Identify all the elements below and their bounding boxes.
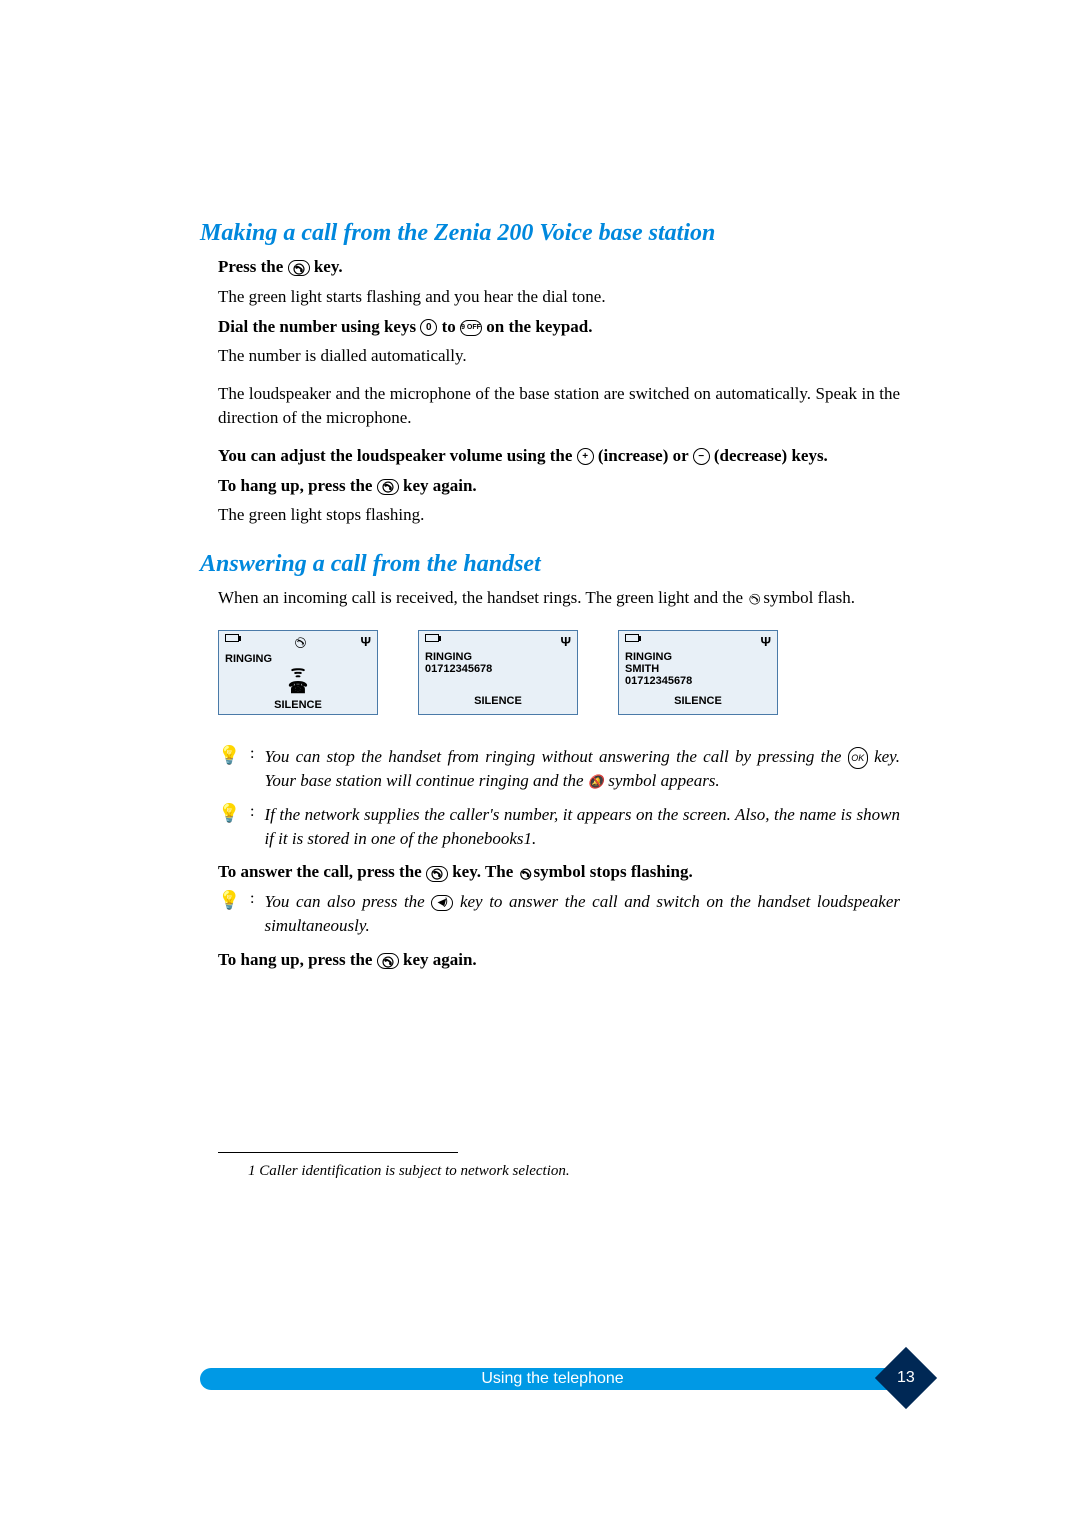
tip-block: 💡 : If the network supplies the caller's… (200, 803, 900, 851)
instruction-line: To answer the call, press the ✆ key. The… (200, 860, 900, 884)
text: You can also press the (264, 892, 431, 911)
screen-display: Ψ RINGING 01712345678 SILENCE (418, 630, 578, 715)
bell-off-icon: 🔕 (588, 773, 604, 791)
text: key again. (403, 476, 477, 495)
screen-display: Ψ RINGING SMITH 01712345678 SILENCE (618, 630, 778, 715)
call-key-icon: ✆ (377, 479, 399, 495)
text: You can stop the handset from ringing wi… (264, 747, 847, 766)
screen-footer: SILENCE (419, 695, 577, 710)
handset-symbol-icon: ✆ (513, 866, 534, 881)
instruction-line: You can adjust the loudspeaker volume us… (200, 444, 900, 468)
text: symbol flash. (763, 588, 855, 607)
antenna-icon: Ψ (760, 634, 771, 649)
instruction-line: To hang up, press the ✆ key again. (200, 948, 900, 972)
text: key again. (403, 950, 477, 969)
body-text: The green light stops flashing. (200, 503, 900, 527)
speaker-key-icon: ◀) (431, 895, 453, 911)
text: You can adjust the loudspeaker volume us… (218, 446, 577, 465)
footnote-separator (218, 1152, 458, 1153)
text: on the keypad. (486, 317, 592, 336)
screen-line: RINGING (425, 651, 571, 663)
text: To hang up, press the (218, 950, 377, 969)
body-text: The number is dialled automatically. (200, 344, 900, 368)
section-heading: Answering a call from the handset (200, 551, 900, 578)
key-zero-icon: 0 (420, 319, 437, 336)
lightbulb-icon: 💡 (218, 745, 240, 793)
lightbulb-icon: 💡 (218, 803, 240, 851)
phone-shape-icon: ᯤ☎ (225, 665, 371, 697)
tip-colon: : (250, 803, 254, 851)
antenna-icon: Ψ (560, 634, 571, 649)
text: Dial the number using keys (218, 317, 420, 336)
tip-text: You can also press the ◀) key to answer … (264, 890, 900, 938)
text: symbol stops flashing. (534, 862, 693, 881)
call-key-icon: ✆ (288, 260, 310, 276)
page-number-diamond: 13 (875, 1347, 937, 1409)
text: When an incoming call is received, the h… (218, 588, 747, 607)
text: to (442, 317, 460, 336)
tip-block: 💡 : You can also press the ◀) key to ans… (200, 890, 900, 938)
instruction-line: Dial the number using keys 0 to 9 OFF on… (200, 315, 900, 339)
screen-line: 01712345678 (625, 675, 771, 687)
text: Press the (218, 257, 288, 276)
screen-line: RINGING (625, 651, 771, 663)
screen-footer: SILENCE (619, 695, 777, 710)
instruction-line: To hang up, press the ✆ key again. (200, 474, 900, 498)
footer-bar: Using the telephone (200, 1368, 905, 1390)
body-text: The loudspeaker and the microphone of th… (200, 382, 900, 430)
call-key-icon: ✆ (426, 866, 448, 882)
key-plus-icon: + (577, 448, 594, 465)
tip-colon: : (250, 745, 254, 793)
battery-icon (225, 634, 239, 642)
section-heading: Making a call from the Zenia 200 Voice b… (200, 220, 900, 247)
key-nine-off-icon: 9 OFF (460, 320, 482, 336)
key-minus-icon: − (693, 448, 710, 465)
page-number: 13 (897, 1369, 915, 1387)
text: symbol appears. (608, 771, 719, 790)
text: To hang up, press the (218, 476, 377, 495)
lightbulb-icon: 💡 (218, 890, 240, 938)
screen-examples-row: ✆ Ψ RINGING ᯤ☎ SILENCE Ψ RINGING 0171234… (218, 630, 900, 715)
body-text: When an incoming call is received, the h… (200, 586, 900, 610)
ok-key-icon: OK (848, 747, 868, 769)
handset-icon: ✆ (290, 635, 309, 650)
text: key. The (452, 862, 517, 881)
screen-footer: SILENCE (219, 699, 377, 714)
tip-colon: : (250, 890, 254, 938)
text: To answer the call, press the (218, 862, 426, 881)
screen-line: 01712345678 (425, 663, 571, 675)
text: (increase) or (598, 446, 693, 465)
text: (decrease) keys. (714, 446, 828, 465)
footnote-text: 1 Caller identification is subject to ne… (200, 1163, 900, 1180)
battery-icon (425, 634, 439, 642)
antenna-icon: Ψ (360, 634, 371, 651)
screen-display: ✆ Ψ RINGING ᯤ☎ SILENCE (218, 630, 378, 715)
battery-icon (625, 634, 639, 642)
screen-line: SMITH (625, 663, 771, 675)
body-text: The green light starts flashing and you … (200, 285, 900, 309)
tip-text: If the network supplies the caller's num… (264, 803, 900, 851)
tip-block: 💡 : You can stop the handset from ringin… (200, 745, 900, 793)
text: key. (314, 257, 343, 276)
tip-text: You can stop the handset from ringing wi… (264, 745, 900, 793)
instruction-line: Press the ✆ key. (200, 255, 900, 279)
call-key-icon: ✆ (377, 953, 399, 969)
